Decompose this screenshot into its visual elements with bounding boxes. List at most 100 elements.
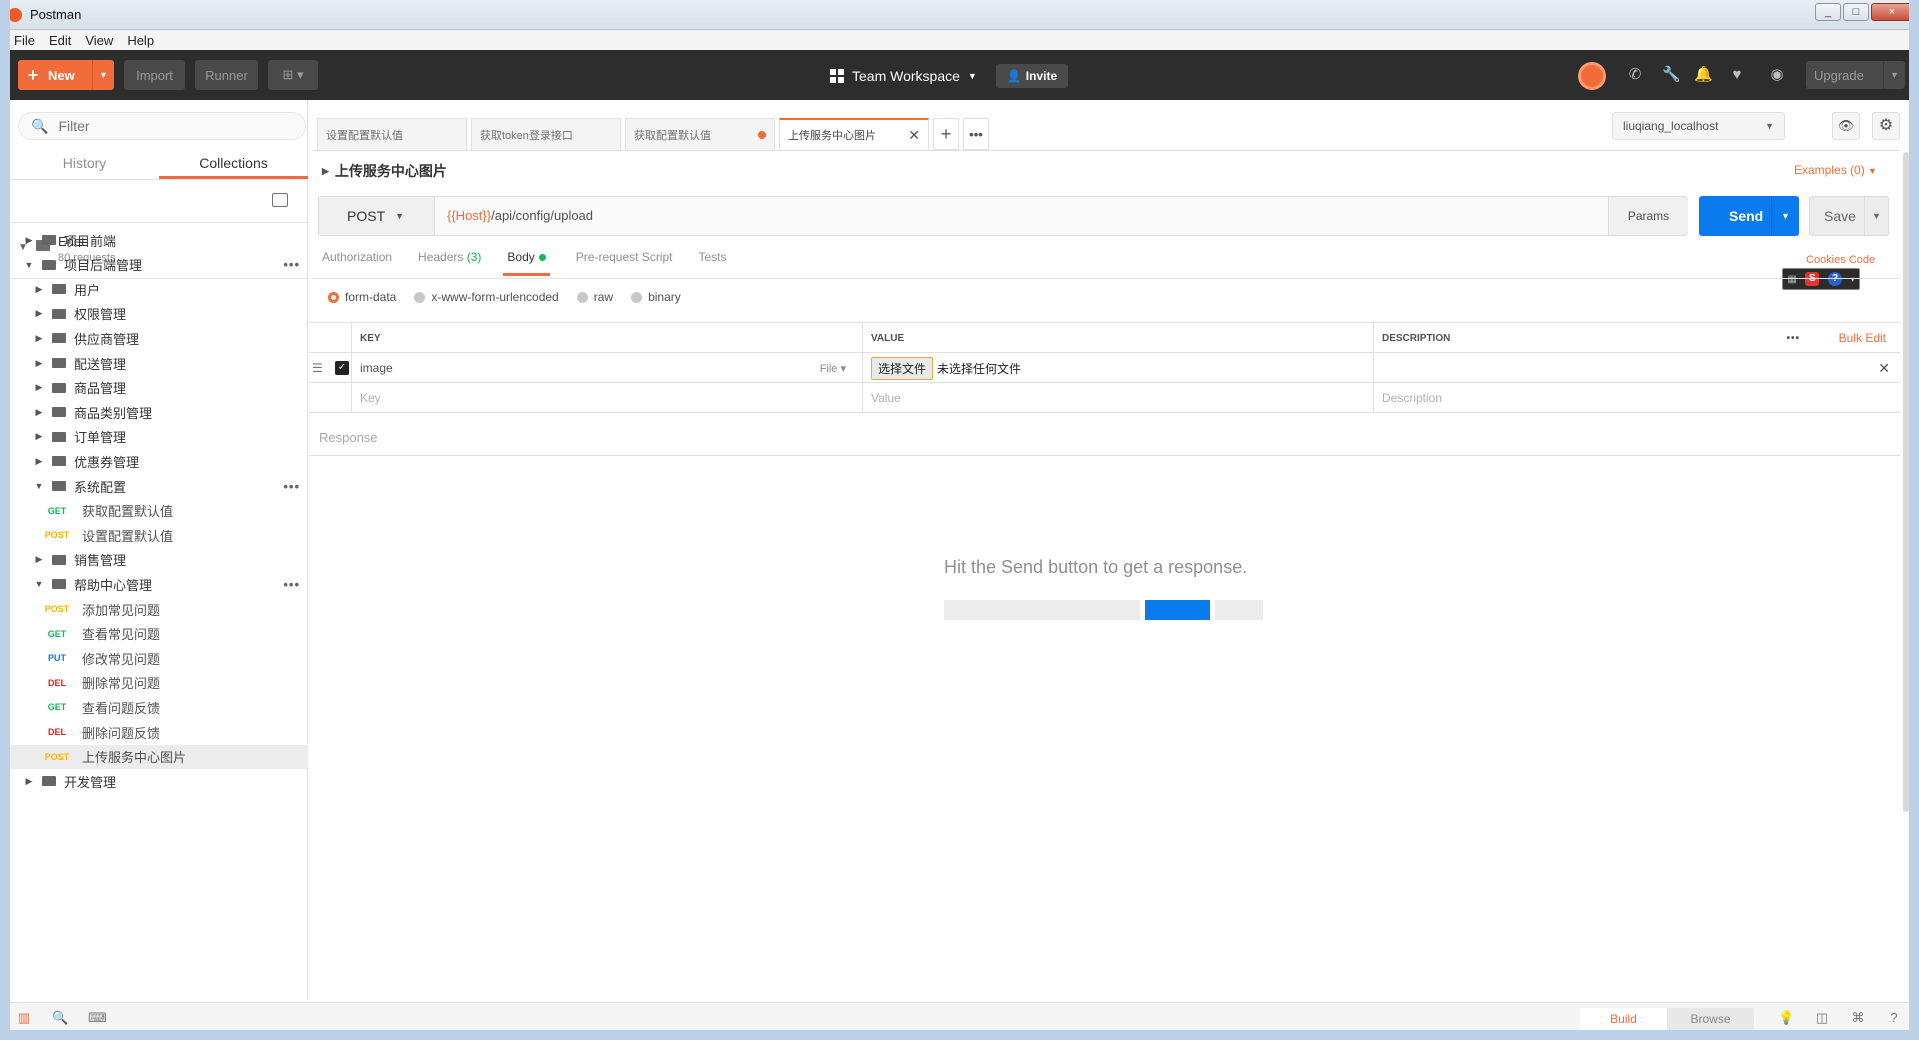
add-tab-button[interactable]: + — [933, 118, 959, 150]
minimize-button[interactable]: _ — [1815, 3, 1841, 21]
menu-view[interactable]: View — [85, 33, 113, 48]
chevron-right-icon[interactable]: ▶ — [34, 431, 44, 442]
sidebar-folder[interactable]: ▶ 开发管理 — [10, 769, 308, 793]
sidebar-request[interactable]: GET 获取配置默认值 — [10, 499, 308, 523]
sidebar-folder[interactable]: ▼ 系统配置 ••• — [10, 474, 308, 498]
save-button[interactable]: Save ▼ — [1809, 196, 1889, 236]
sidebar-folder[interactable]: ▶ 供应商管理 — [10, 326, 308, 350]
wrench-icon[interactable]: 🔧 — [1662, 66, 1681, 84]
ime-toolbar[interactable]: ▦ S ? ▾ — [1782, 268, 1860, 290]
upgrade-caret-icon[interactable]: ▼ — [1883, 61, 1905, 89]
tab-collections[interactable]: Collections — [159, 146, 308, 179]
find-icon[interactable]: 🔍 — [52, 1011, 68, 1025]
sidebar-request[interactable]: POST 设置配置默认值 — [10, 523, 308, 547]
new-description-input[interactable]: Description — [1373, 383, 1900, 413]
environment-select[interactable]: liuqiang_localhost ▼ — [1612, 112, 1785, 140]
chevron-right-icon[interactable]: ▶ — [24, 235, 34, 246]
sidebar-folder[interactable]: ▶ 用户 — [10, 277, 308, 301]
sidebar-request[interactable]: DEL 删除常见问题 — [10, 671, 308, 695]
radio-binary[interactable]: binary — [631, 290, 681, 304]
chevron-down-icon[interactable]: ▼ — [34, 579, 44, 589]
close-window-button[interactable]: × — [1871, 3, 1913, 21]
build-mode-button[interactable]: Build — [1580, 1008, 1667, 1030]
request-tab-active[interactable]: 上传服务中心图片 ✕ — [779, 118, 929, 150]
more-tabs-button[interactable]: ••• — [963, 118, 989, 150]
description-cell[interactable]: ✕ — [1373, 353, 1900, 383]
chevron-right-icon[interactable]: ▶ — [34, 333, 44, 344]
user-avatar-icon[interactable]: ◉ — [1768, 66, 1786, 84]
menu-help[interactable]: Help — [127, 33, 154, 48]
send-dropdown-caret-icon[interactable]: ▼ — [1771, 196, 1799, 236]
new-button[interactable]: + New ▼ — [18, 60, 114, 90]
sidebar-request[interactable]: GET 查看常见问题 — [10, 622, 308, 646]
sidebar-folder[interactable]: ▼ 项目后端管理 ••• — [10, 253, 308, 277]
delete-row-icon[interactable]: ✕ — [1878, 360, 1890, 377]
menu-file[interactable]: File — [14, 33, 35, 48]
sidebar-folder[interactable]: ▶ 权限管理 — [10, 302, 308, 326]
sidebar-folder[interactable]: ▶ 项目前端 — [10, 228, 308, 252]
new-dropdown-caret-icon[interactable]: ▼ — [92, 60, 114, 90]
chevron-right-icon[interactable]: ▶ — [34, 407, 44, 418]
maximize-button[interactable]: □ — [1843, 3, 1869, 21]
invite-button[interactable]: 👤 Invite — [996, 64, 1068, 88]
environment-quick-look-button[interactable]: 👁 — [1832, 112, 1860, 140]
tab-history[interactable]: History — [10, 146, 159, 179]
folder-more-icon[interactable]: ••• — [283, 257, 300, 272]
sidebar-folder[interactable]: ▶ 订单管理 — [10, 425, 308, 449]
import-button[interactable]: Import — [124, 60, 185, 90]
tab-headers[interactable]: Headers (3) — [418, 250, 481, 276]
sidebar-folder[interactable]: ▼ 帮助中心管理 ••• — [10, 572, 308, 596]
tab-authorization[interactable]: Authorization — [322, 250, 392, 276]
sidebar-request[interactable]: POST 添加常见问题 — [10, 597, 308, 621]
key-type-select[interactable]: File ▾ — [820, 362, 846, 375]
tab-body[interactable]: Body — [503, 250, 550, 276]
choose-file-button[interactable]: 选择文件 — [871, 356, 934, 380]
bell-icon[interactable]: 🔔 — [1694, 66, 1713, 84]
url-input[interactable]: {{Host}}/api/config/upload — [447, 208, 593, 223]
tab-tests[interactable]: Tests — [698, 250, 726, 276]
new-value-input[interactable]: Value — [862, 383, 1373, 413]
sidebar-request[interactable]: PUT 修改常见问题 — [10, 646, 308, 670]
chevron-down-icon[interactable]: ▼ — [34, 481, 44, 491]
more-options-icon[interactable]: ••• — [1786, 333, 1800, 344]
request-tab[interactable]: 获取token登录接口 — [471, 118, 621, 150]
examples-dropdown[interactable]: Examples (0) ▼ — [1794, 163, 1877, 177]
filter-box[interactable]: 🔍 — [18, 112, 306, 140]
manage-environments-button[interactable]: ⚙ — [1872, 112, 1900, 140]
main-scrollbar[interactable] — [1903, 152, 1909, 812]
chevron-right-icon[interactable]: ▶ — [34, 554, 44, 565]
close-tab-icon[interactable]: ✕ — [908, 127, 920, 144]
sidebar-folder[interactable]: ▶ 商品管理 — [10, 376, 308, 400]
radio-raw[interactable]: raw — [576, 290, 613, 304]
chevron-right-icon[interactable]: ▶ — [34, 308, 44, 319]
row-checkbox[interactable]: ✓ — [335, 361, 349, 375]
sidebar-request[interactable]: POST 上传服务中心图片 — [10, 744, 308, 769]
runner-button[interactable]: Runner — [195, 60, 258, 90]
sidebar-folder[interactable]: ▶ 销售管理 — [10, 548, 308, 572]
chevron-right-icon[interactable]: ▶ — [34, 358, 44, 369]
help-icon[interactable]: ? — [1886, 1011, 1902, 1025]
menu-edit[interactable]: Edit — [49, 33, 71, 48]
method-select[interactable]: POST ▼ — [319, 197, 435, 235]
filter-input[interactable] — [58, 118, 279, 134]
workspace-switcher[interactable]: Team Workspace ▼ — [830, 65, 977, 87]
bootcamp-lightbulb-icon[interactable]: 💡 — [1778, 1011, 1794, 1025]
request-title[interactable]: ▶ 上传服务中心图片 — [322, 161, 447, 181]
sidebar-request[interactable]: GET 查看问题反馈 — [10, 695, 308, 719]
upgrade-button[interactable]: Upgrade ▼ — [1806, 61, 1905, 89]
new-window-button[interactable]: ⊞ ▾ — [268, 60, 318, 90]
send-button[interactable]: Send ▼ — [1699, 196, 1799, 236]
folder-more-icon[interactable]: ••• — [283, 479, 300, 494]
radio-form-data[interactable]: form-data — [328, 290, 396, 304]
new-key-input[interactable]: Key — [351, 383, 862, 413]
chevron-right-icon[interactable]: ▶ — [34, 284, 44, 295]
keyboard-shortcuts-icon[interactable]: ⌘ — [1850, 1011, 1866, 1025]
key-cell[interactable]: image File ▾ — [351, 353, 862, 383]
new-collection-icon[interactable] — [272, 193, 288, 207]
request-tab[interactable]: 设置配置默认值 — [317, 118, 467, 150]
sidebar-folder[interactable]: ▶ 商品类别管理 — [10, 400, 308, 424]
sidebar-request[interactable]: DEL 删除问题反馈 — [10, 720, 308, 744]
browse-mode-button[interactable]: Browse — [1667, 1008, 1754, 1030]
params-button[interactable]: Params — [1608, 197, 1688, 235]
toggle-sidebar-icon[interactable]: ▥ — [16, 1011, 32, 1025]
